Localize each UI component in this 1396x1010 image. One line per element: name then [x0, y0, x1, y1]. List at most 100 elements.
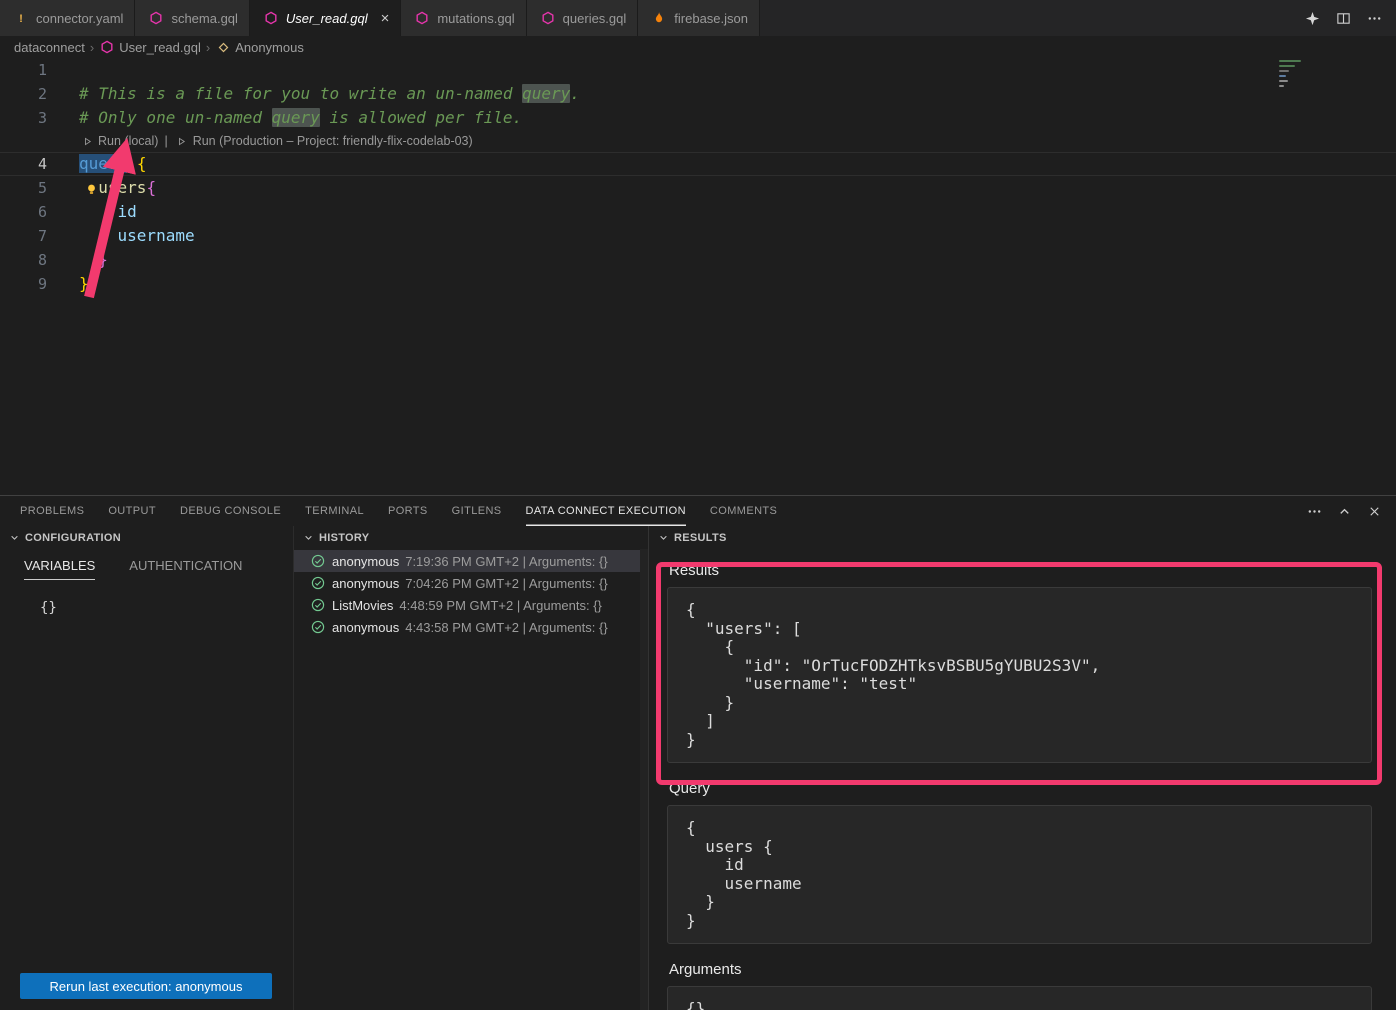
lightbulb-icon[interactable] — [83, 181, 99, 197]
code-token: # This is a file for you to write an un-… — [79, 84, 522, 103]
check-icon — [310, 597, 326, 613]
minimap-line — [1279, 80, 1288, 82]
history-item-meta: 4:43:58 PM GMT+2 | Arguments: {} — [405, 620, 607, 635]
editor-toolbar — [1305, 0, 1396, 36]
check-icon — [310, 553, 326, 569]
panel-tab-terminal[interactable]: TERMINAL — [305, 496, 364, 526]
code-lines: 12# This is a file for you to write an u… — [0, 58, 1396, 296]
tab-close-icon[interactable]: × — [381, 11, 390, 26]
code-token: { — [137, 154, 147, 173]
graphql-icon — [540, 10, 556, 26]
run-icon — [174, 133, 190, 149]
line-number: 5 — [0, 176, 62, 200]
tab-firebase-json[interactable]: firebase.json — [638, 0, 760, 36]
minimap[interactable] — [1279, 60, 1379, 144]
tab-schema-gql[interactable]: schema.gql — [135, 0, 249, 36]
history-item[interactable]: anonymous 7:19:36 PM GMT+2 | Arguments: {… — [294, 550, 648, 572]
line-number: 6 — [0, 200, 62, 224]
history-item[interactable]: ListMovies4:48:59 PM GMT+2 | Arguments: … — [294, 594, 648, 616]
more-actions-icon[interactable] — [1367, 11, 1382, 26]
code-token: query — [522, 84, 570, 103]
history-scrollbar[interactable] — [640, 549, 648, 1010]
code-editor[interactable]: 12# This is a file for you to write an u… — [0, 58, 1396, 495]
split-editor-icon[interactable] — [1336, 11, 1351, 26]
panel-close-icon[interactable] — [1367, 504, 1382, 519]
panel-more-icon[interactable] — [1307, 504, 1322, 519]
history-item[interactable]: anonymous4:43:58 PM GMT+2 | Arguments: {… — [294, 616, 648, 638]
result-section-label-arguments: Arguments — [669, 961, 1372, 978]
code-line-2: 2# This is a file for you to write an un… — [0, 82, 1396, 106]
tab-mutations-gql[interactable]: mutations.gql — [401, 0, 526, 36]
code-token: # Only one un-named — [79, 108, 272, 127]
panel-tab-ports[interactable]: PORTS — [388, 496, 428, 526]
code-line-content: users{ — [62, 176, 156, 200]
code-line-content: id — [62, 200, 137, 224]
panel-tab-gitlens[interactable]: GITLENS — [452, 496, 502, 526]
breadcrumb-item-anonymous[interactable]: Anonymous — [215, 39, 304, 55]
bottom-panel: PROBLEMS OUTPUT DEBUG CONSOLE TERMINAL PORTS… — [0, 495, 1396, 1010]
panel-tab-data-connect-execution[interactable]: DATA CONNECT EXECUTION — [526, 496, 686, 526]
configuration-header[interactable]: CONFIGURATION — [0, 526, 293, 549]
variables-editor[interactable]: {} — [0, 580, 293, 616]
run-production-link[interactable]: Run (Production – Project: friendly-flix… — [174, 130, 473, 152]
result-box-results: { "users": [ { "id": "OrTucFODZHTksvBSBU… — [667, 587, 1372, 763]
run-production-label: Run (Production – Project: friendly-flix… — [193, 130, 473, 152]
configuration-tabs: VARIABLES AUTHENTICATION — [0, 549, 293, 580]
code-line-3: 3 # Only one un-named query is allowed pe… — [0, 106, 1396, 130]
chevron-down-icon — [300, 530, 316, 546]
results-section: RESULTS Results { "users": [ { "id": "OrT… — [648, 526, 1396, 1010]
breadcrumb-item-label: User_read.gql — [119, 40, 201, 55]
line-number: 1 — [0, 58, 62, 82]
code-line-5: 5 users{ — [0, 176, 1396, 200]
vscode-window: !connector.yamlschema.gqlUser_read.gql×m… — [0, 0, 1396, 1010]
code-line-content — [62, 58, 79, 82]
breadcrumb-item-dataconnect[interactable]: dataconnect — [14, 40, 85, 55]
result-section-label-results: Results — [669, 562, 1372, 579]
history-header-label: HISTORY — [319, 532, 369, 544]
copilot-sparkle-icon[interactable] — [1305, 11, 1320, 26]
code-token: query — [272, 108, 320, 127]
tab-queries-gql[interactable]: queries.gql — [527, 0, 639, 36]
results-header[interactable]: RESULTS — [649, 526, 1396, 549]
history-item[interactable]: anonymous7:04:26 PM GMT+2 | Arguments: {… — [294, 572, 648, 594]
breadcrumb-item-user-read-gql[interactable]: User_read.gql — [99, 39, 201, 55]
panel-tabs: PROBLEMS OUTPUT DEBUG CONSOLE TERMINAL PORTS… — [20, 496, 801, 526]
rerun-button[interactable]: Rerun last execution: anonymous — [20, 973, 272, 999]
run-local-link[interactable]: Run (local) — [79, 130, 158, 152]
panel-maximize-chevron-up-icon[interactable] — [1337, 504, 1352, 519]
config-tab-authentication[interactable]: AUTHENTICATION — [129, 558, 242, 580]
breadcrumb-separator: › — [206, 40, 210, 55]
breadcrumb-item-label: dataconnect — [14, 40, 85, 55]
configuration-header-label: CONFIGURATION — [25, 532, 121, 544]
code-line-content: } — [62, 248, 108, 272]
history-item-name: anonymous — [332, 554, 399, 569]
code-token — [79, 250, 98, 269]
panel-tab-output[interactable]: OUTPUT — [108, 496, 156, 526]
line-number: 3 — [0, 106, 62, 130]
chevron-down-icon — [655, 530, 671, 546]
check-icon — [310, 619, 326, 635]
line-number: 7 — [0, 224, 62, 248]
codelens-separator: | — [164, 130, 167, 152]
results-header-label: RESULTS — [674, 532, 727, 544]
config-tab-variables[interactable]: VARIABLES — [24, 558, 95, 580]
symbol-icon — [215, 39, 231, 55]
result-box-query: { users { id username } } — [667, 805, 1372, 944]
code-token: username — [118, 226, 195, 245]
results-content: Results { "users": [ { "id": "OrTucFODZHT… — [649, 549, 1396, 1010]
panel-tab-debug-console[interactable]: DEBUG CONSOLE — [180, 496, 281, 526]
code-line-8: 8 } — [0, 248, 1396, 272]
panel-tab-comments[interactable]: COMMENTS — [710, 496, 777, 526]
panel-tab-problems[interactable]: PROBLEMS — [20, 496, 84, 526]
warning-icon: ! — [13, 10, 29, 26]
history-item-meta: 7:19:36 PM GMT+2 | Arguments: {} — [405, 554, 607, 569]
tab-user-read-gql[interactable]: User_read.gql× — [250, 0, 401, 36]
code-token: . — [570, 84, 580, 103]
breadcrumb-separator: › — [90, 40, 94, 55]
panel-body: CONFIGURATION VARIABLES AUTHENTICATION {}… — [0, 526, 1396, 1010]
tab-connector-yaml[interactable]: !connector.yaml — [0, 0, 135, 36]
tab-label: firebase.json — [674, 11, 748, 26]
history-header[interactable]: HISTORY — [294, 526, 648, 549]
code-token: is allowed per file. — [320, 108, 522, 127]
code-token: } — [98, 250, 108, 269]
